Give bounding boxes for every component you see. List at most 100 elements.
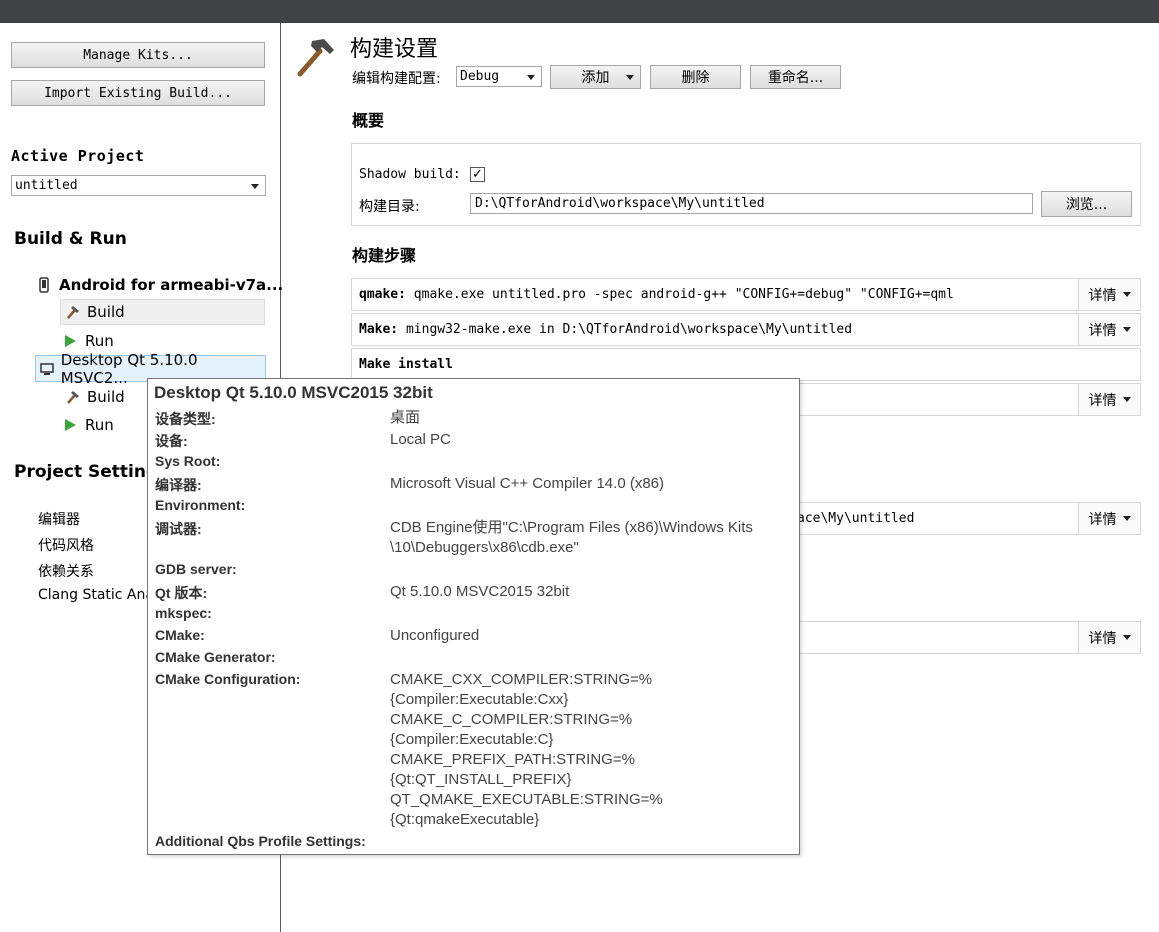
build-dir-input[interactable]: D:\QTforAndroid\workspace\My\untitled xyxy=(470,193,1033,214)
build-run-header: Build & Run xyxy=(14,229,127,249)
details-label: 详情 xyxy=(1088,630,1117,647)
tooltip-key: 设备类型: xyxy=(155,411,216,427)
tooltip-value: Local PC xyxy=(390,431,451,448)
kit-tooltip: Desktop Qt 5.10.0 MSVC2015 32bit 设备类型: 桌面… xyxy=(147,378,800,855)
active-project-combo[interactable]: untitled xyxy=(11,175,266,196)
hammer-icon xyxy=(67,391,79,404)
phone-icon xyxy=(39,277,49,293)
step-make-install-text: Make install xyxy=(359,357,453,372)
tooltip-value: Microsoft Visual C++ Compiler 14.0 (x86) xyxy=(390,475,664,492)
details-label: 详情 xyxy=(1088,322,1117,339)
manage-kits-button[interactable]: Manage Kits... xyxy=(11,42,265,68)
hammer-icon xyxy=(297,39,334,77)
build-config-combo[interactable]: Debug xyxy=(456,66,542,87)
monitor-icon xyxy=(40,362,54,375)
kit-desktop-build[interactable]: Build xyxy=(65,387,125,407)
run-icon xyxy=(65,419,76,431)
step-value: mingw32-make.exe in D:\QTforAndroid\work… xyxy=(398,322,853,337)
ps-item-code-style[interactable]: 代码风格 xyxy=(38,535,94,555)
step-key: Make install xyxy=(359,357,453,372)
kit-desktop-build-label: Build xyxy=(87,388,125,406)
build-step-qmake[interactable]: qmake: qmake.exe untitled.pro -spec andr… xyxy=(351,278,1141,311)
kit-desktop-run-label: Run xyxy=(85,416,114,434)
tooltip-key: CMake Configuration: xyxy=(155,671,301,687)
tooltip-key: GDB server: xyxy=(155,561,237,577)
overview-header: 概要 xyxy=(352,111,385,130)
tooltip-value: {Compiler:Executable:C} xyxy=(390,731,554,748)
kit-android-run-label: Run xyxy=(85,332,114,350)
ps-item-editor[interactable]: 编辑器 xyxy=(38,509,80,529)
add-config-button[interactable]: 添加 xyxy=(550,65,641,89)
tooltip-value: {Qt:qmakeExecutable} xyxy=(390,811,540,828)
import-existing-build-button[interactable]: Import Existing Build... xyxy=(11,80,265,106)
tooltip-key: mkspec: xyxy=(155,605,212,621)
chevron-down-icon xyxy=(1122,635,1131,640)
clean-step-text: ace\My\untitled xyxy=(797,511,915,526)
kit-android-name: Android for armeabi-v7a... xyxy=(59,276,284,294)
tooltip-value: Unconfigured xyxy=(390,627,480,644)
details-label: 详情 xyxy=(1088,511,1117,528)
edit-config-label: 编辑构建配置: xyxy=(352,71,441,87)
chevron-down-icon xyxy=(1122,292,1131,297)
details-button[interactable]: 详情 xyxy=(1078,622,1140,653)
tooltip-key: 调试器: xyxy=(155,521,202,537)
hammer-icon xyxy=(67,306,79,319)
chevron-down-icon xyxy=(626,75,634,80)
step-key: Make: xyxy=(359,322,399,337)
tooltip-title: Desktop Qt 5.10.0 MSVC2015 32bit xyxy=(154,383,433,402)
chevron-down-icon xyxy=(527,74,535,80)
tooltip-value: CDB Engine使用"C:\Program Files (x86)\Wind… xyxy=(390,519,753,536)
top-toolbar xyxy=(0,0,1159,23)
tooltip-value: {Compiler:Executable:Cxx} xyxy=(390,691,569,708)
tooltip-key: 编译器: xyxy=(155,477,202,493)
details-button[interactable]: 详情 xyxy=(1078,279,1140,310)
details-button[interactable]: 详情 xyxy=(1078,314,1140,345)
build-step-make[interactable]: Make: mingw32-make.exe in D:\QTforAndroi… xyxy=(351,313,1141,346)
step-make-text: Make: mingw32-make.exe in D:\QTforAndroi… xyxy=(359,322,852,337)
step-value: qmake.exe untitled.pro -spec android-g++… xyxy=(405,287,954,302)
chevron-down-icon xyxy=(251,183,259,189)
tooltip-key: Additional Qbs Profile Settings: xyxy=(155,833,366,849)
page-title: 构建设置 xyxy=(350,37,439,62)
chevron-down-icon xyxy=(1122,516,1131,521)
details-button[interactable]: 详情 xyxy=(1078,503,1140,534)
project-settings-header: Project Settings xyxy=(14,462,169,482)
tooltip-value: {Qt:QT_INSTALL_PREFIX} xyxy=(390,771,572,788)
browse-button[interactable]: 浏览... xyxy=(1041,191,1132,217)
chevron-down-icon xyxy=(1122,397,1131,402)
tooltip-value: QT_QMAKE_EXECUTABLE:STRING=% xyxy=(390,791,663,808)
tooltip-value: 桌面 xyxy=(390,409,421,426)
tooltip-value: CMAKE_C_COMPILER:STRING=% xyxy=(390,711,633,728)
kit-android-build-label: Build xyxy=(87,303,125,321)
tooltip-key: Sys Root: xyxy=(155,453,221,469)
shadow-build-checkbox[interactable]: ✓ xyxy=(470,167,485,182)
build-config-value: Debug xyxy=(460,69,500,84)
tooltip-key: 设备: xyxy=(155,433,188,449)
step-qmake-text: qmake: qmake.exe untitled.pro -spec andr… xyxy=(359,287,954,302)
checkmark-icon: ✓ xyxy=(472,167,483,182)
kit-android-build[interactable]: Build xyxy=(60,299,265,325)
build-dir-label: 构建目录: xyxy=(359,199,420,215)
rename-config-button[interactable]: 重命名... xyxy=(750,65,841,89)
chevron-down-icon xyxy=(1122,327,1131,332)
active-project-label: Active Project xyxy=(11,147,145,165)
tooltip-key: Qt 版本: xyxy=(155,585,208,601)
step-key: qmake: xyxy=(359,287,406,302)
details-label: 详情 xyxy=(1088,287,1117,304)
ps-item-dependencies[interactable]: 依赖关系 xyxy=(38,561,94,581)
add-config-label: 添加 xyxy=(581,70,610,86)
kit-android[interactable]: Android for armeabi-v7a... xyxy=(38,275,283,295)
delete-config-button[interactable]: 删除 xyxy=(650,65,741,89)
build-step-make-install[interactable]: Make install xyxy=(351,348,1141,381)
shadow-build-label: Shadow build: xyxy=(359,167,461,182)
tooltip-value: Qt 5.10.0 MSVC2015 32bit xyxy=(390,583,570,600)
tooltip-key: CMake: xyxy=(155,627,205,643)
kit-android-run[interactable]: Run xyxy=(65,331,114,351)
details-button[interactable]: 详情 xyxy=(1078,384,1140,415)
tooltip-key: CMake Generator: xyxy=(155,649,276,665)
active-project-value: untitled xyxy=(15,178,78,193)
build-steps-header: 构建步骤 xyxy=(352,246,417,265)
tooltip-key: Environment: xyxy=(155,497,246,513)
kit-desktop-run[interactable]: Run xyxy=(65,415,114,435)
details-label: 详情 xyxy=(1088,392,1117,409)
